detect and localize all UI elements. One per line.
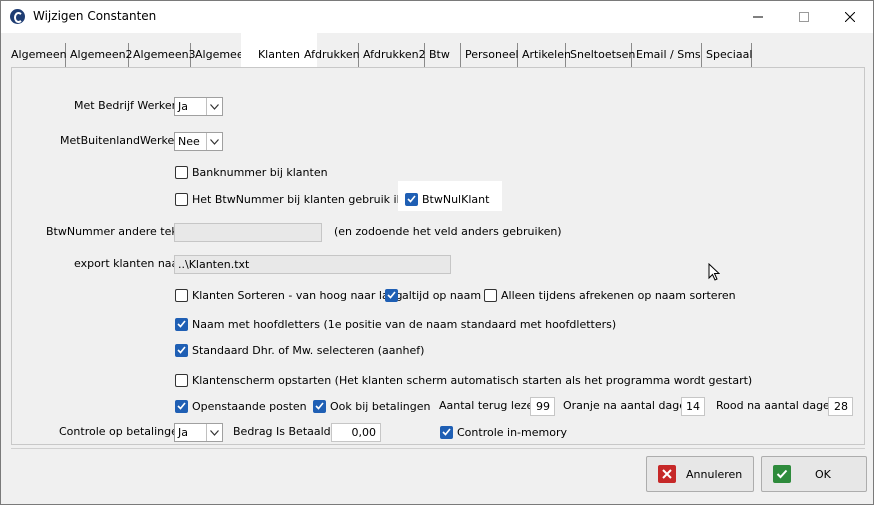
checkbox-box	[175, 317, 188, 331]
checkbox-box	[175, 399, 188, 413]
check-icon	[387, 291, 396, 299]
tab-bar: Algemeen Algemeen2 Algemeen3 Algemeen4 K…	[7, 31, 867, 67]
export-path-input[interactable]: ..\Klanten.txt	[174, 255, 451, 274]
bedrag-input[interactable]: 0,00	[331, 423, 381, 442]
tab-afdrukken[interactable]: Afdrukken	[300, 43, 360, 67]
checkbox-box	[484, 288, 497, 302]
btwnulklant-label: BtwNulKlant	[422, 192, 490, 206]
oranje-input[interactable]: 14	[681, 397, 705, 416]
bedrag-label: Bedrag Is Betaald	[233, 425, 331, 438]
banknummer-checkbox[interactable]: Banknummer bij klanten	[175, 164, 328, 180]
checkbox-box	[385, 288, 398, 302]
controle-select[interactable]: Ja	[174, 423, 223, 442]
minimize-button[interactable]	[735, 1, 781, 33]
ook-betalingen-label: Ook bij betalingen	[330, 399, 431, 413]
checkbox-box	[405, 192, 418, 206]
ok-check-icon	[773, 465, 791, 483]
tab-btw[interactable]: Btw	[425, 43, 461, 67]
alleen-afrekenen-label: Alleen tijdens afrekenen op naam sortere…	[501, 288, 736, 302]
banknummer-label: Banknummer bij klanten	[192, 165, 328, 179]
klantenscherm-checkbox[interactable]: Klantenscherm opstarten (Het klanten sch…	[175, 372, 752, 388]
checkbox-box	[175, 165, 188, 179]
mouse-cursor-icon	[708, 263, 720, 281]
export-label: export klanten naar	[74, 257, 183, 270]
tab-afdrukken2[interactable]: Afdrukken2	[359, 43, 426, 67]
checkbox-box	[175, 343, 188, 357]
close-icon	[845, 12, 855, 22]
openstaande-checkbox[interactable]: Openstaande posten	[175, 398, 307, 414]
btwnummer-tekst-label: BtwNummer andere tekst	[46, 225, 188, 238]
met-buitenland-select[interactable]: Nee	[174, 132, 223, 151]
ok-button-label: OK	[815, 467, 831, 481]
hoofdletters-checkbox[interactable]: Naam met hoofdletters (1e positie van de…	[175, 316, 616, 332]
check-icon	[177, 320, 186, 328]
met-bedrijf-label: Met Bedrijf Werken	[74, 99, 179, 112]
checkbox-box	[175, 288, 188, 302]
checkbox-box	[313, 399, 326, 413]
altijd-naam-checkbox[interactable]: altijd op naam	[385, 287, 481, 303]
btwnummer-tekst-hint: (en zodoende het veld anders gebruiken)	[334, 225, 562, 238]
tab-algemeen[interactable]: Algemeen	[7, 43, 67, 67]
check-icon	[177, 346, 186, 354]
cancel-button[interactable]: Annuleren	[646, 456, 754, 492]
ook-betalingen-checkbox[interactable]: Ook bij betalingen	[313, 398, 430, 414]
minimize-icon	[753, 16, 763, 18]
aanhef-checkbox[interactable]: Standaard Dhr. of Mw. selecteren (aanhef…	[175, 342, 424, 358]
btwnummer-niet-checkbox[interactable]: Het BtwNummer bij klanten gebruik ik nie…	[175, 191, 428, 207]
met-buitenland-label: MetBuitenlandWerken	[60, 134, 182, 147]
chevron-down-icon	[206, 133, 222, 150]
tab-sneltoetsen[interactable]: Sneltoetsen	[566, 43, 635, 67]
chevron-down-icon	[206, 424, 222, 441]
maximize-button[interactable]	[781, 1, 827, 33]
aantal-terug-input[interactable]: 99	[530, 397, 555, 416]
sorteren-checkbox[interactable]: Klanten Sorteren - van hoog naar laag	[175, 287, 402, 303]
met-buitenland-value: Nee	[178, 135, 200, 148]
oranje-label: Oranje na aantal dagen	[563, 399, 693, 412]
check-icon	[315, 402, 324, 410]
close-button[interactable]	[827, 1, 873, 33]
checkbox-box	[175, 373, 188, 387]
controle-label: Controle op betalingen	[59, 425, 185, 438]
aantal-terug-label: Aantal terug lezen	[439, 399, 541, 412]
controle-value: Ja	[178, 426, 188, 439]
controle-memory-checkbox[interactable]: Controle in-memory	[440, 424, 567, 440]
maximize-icon	[799, 12, 809, 22]
title-bar: Wijzigen Constanten	[1, 1, 873, 33]
tab-speciaal[interactable]: Speciaal	[702, 43, 752, 67]
met-bedrijf-select[interactable]: Ja	[174, 97, 223, 116]
tab-email-sms[interactable]: Email / Sms	[632, 43, 702, 67]
rood-label: Rood na aantal dagen	[716, 399, 837, 412]
tab-algemeen2[interactable]: Algemeen2	[66, 43, 133, 67]
klantenscherm-label: Klantenscherm opstarten (Het klanten sch…	[192, 373, 753, 387]
tab-personeel[interactable]: Personeel	[461, 43, 519, 67]
btwnummer-niet-label: Het BtwNummer bij klanten gebruik ik nie…	[192, 192, 428, 206]
checkbox-box	[440, 425, 453, 439]
openstaande-label: Openstaande posten	[192, 399, 307, 413]
cancel-x-icon	[658, 465, 676, 483]
btwnummer-tekst-input[interactable]	[174, 223, 322, 242]
check-icon	[442, 428, 451, 436]
altijd-naam-label: altijd op naam	[402, 288, 482, 302]
dialog-window: Wijzigen Constanten Algemeen Algemeen2 A…	[0, 0, 874, 505]
app-logo-icon	[10, 9, 25, 24]
window-title: Wijzigen Constanten	[33, 9, 157, 23]
ok-button[interactable]: OK	[761, 456, 867, 492]
aanhef-label: Standaard Dhr. of Mw. selecteren (aanhef…	[192, 343, 425, 357]
met-bedrijf-value: Ja	[178, 100, 188, 113]
hoofdletters-label: Naam met hoofdletters (1e positie van de…	[192, 317, 617, 331]
check-icon	[177, 402, 186, 410]
cancel-button-label: Annuleren	[686, 467, 743, 481]
alleen-afrekenen-checkbox[interactable]: Alleen tijdens afrekenen op naam sortere…	[484, 287, 736, 303]
rood-input[interactable]: 28	[828, 397, 853, 416]
tab-artikelen[interactable]: Artikelen	[518, 43, 571, 67]
controle-memory-label: Controle in-memory	[457, 425, 567, 439]
check-icon	[407, 195, 416, 203]
footer-divider	[11, 448, 865, 449]
btwnulklant-checkbox[interactable]: BtwNulKlant	[405, 191, 489, 207]
tab-algemeen3[interactable]: Algemeen3	[129, 43, 196, 67]
chevron-down-icon	[206, 98, 222, 115]
checkbox-box	[175, 192, 188, 206]
sorteren-label: Klanten Sorteren - van hoog naar laag	[192, 288, 403, 302]
